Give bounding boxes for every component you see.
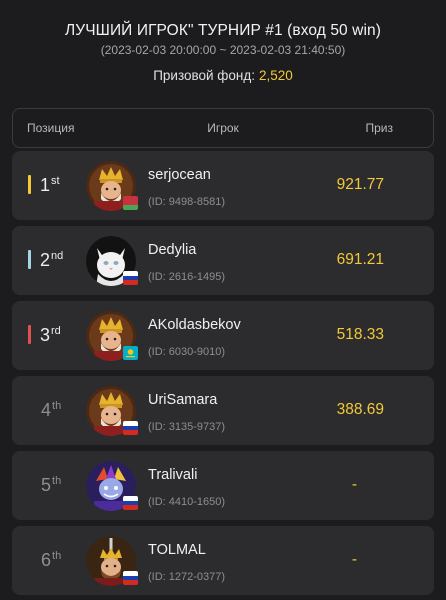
leaderboard-row[interactable]: 1st serjocean (ID: 9498-8581) 921.77 xyxy=(12,151,434,220)
belarus-flag xyxy=(123,196,138,210)
rank-label: 5th xyxy=(41,475,62,495)
player-name[interactable]: serjocean xyxy=(148,167,211,184)
tournament-title: ЛУЧШИЙ ИГРОК" ТУРНИР #1 (вход 50 win) xyxy=(64,22,381,39)
kazakhstan-flag xyxy=(123,346,138,360)
tournament-header: ЛУЧШИЙ ИГРОК" ТУРНИР #1 (вход 50 win) (2… xyxy=(0,0,446,84)
rank-label: 1st xyxy=(40,175,60,195)
player-id: (ID: 9498-8581) xyxy=(148,196,226,208)
player-name[interactable]: UriSamara xyxy=(148,392,217,409)
column-prize: Приз xyxy=(365,121,393,135)
player-name[interactable]: Dedylia xyxy=(148,242,196,259)
prize-pool-value: 2,520 xyxy=(259,68,293,83)
player-id: (ID: 3135-9737) xyxy=(148,421,226,433)
player-name[interactable]: AKoldasbekov xyxy=(148,317,241,334)
russia-flag xyxy=(123,421,138,435)
player-id: (ID: 6030-9010) xyxy=(148,346,226,358)
russia-flag xyxy=(123,271,138,285)
russia-flag xyxy=(123,571,138,585)
player-id: (ID: 1272-0377) xyxy=(148,571,226,583)
rank-label: 4th xyxy=(41,400,62,420)
leaderboard-column-header: Позиция Игрок Приз xyxy=(12,108,434,148)
player-prize: 518.33 xyxy=(336,326,384,343)
leaderboard-row[interactable]: 4th UriSamara (ID: 3135-9737) 388.69 xyxy=(12,376,434,445)
player-prize: 921.77 xyxy=(336,176,384,193)
leaderboard-row[interactable]: 2nd Dedylia (ID: 2616-1495) 691.21 xyxy=(12,226,434,295)
prize-pool-label: Призовой фонд: xyxy=(153,68,256,83)
rank-indicator-gold xyxy=(28,175,31,194)
rank-label: 3rd xyxy=(40,325,61,345)
prize-pool: Призовой фонд: 2,520 xyxy=(0,68,446,84)
player-prize: 691.21 xyxy=(336,251,384,268)
player-id: (ID: 4410-1650) xyxy=(148,496,226,508)
rank-indicator-bronze xyxy=(28,325,31,344)
tournament-dates: (2023-02-03 20:00:00 ~ 2023-02-03 21:40:… xyxy=(100,43,346,57)
russia-flag xyxy=(123,496,138,510)
player-prize: - xyxy=(351,476,357,493)
rank-label: 2nd xyxy=(40,250,64,270)
player-prize: 388.69 xyxy=(336,401,384,418)
leaderboard-row[interactable]: 3rd AKoldasbekov (ID: 6030-9010) 518.33 xyxy=(12,301,434,370)
leaderboard-row[interactable]: 5th Tralivali (ID: 4410-1650) - xyxy=(12,451,434,520)
leaderboard-row[interactable]: 6th TOLMAL (ID: 1272-0377) - xyxy=(12,526,434,595)
player-prize: - xyxy=(351,551,357,568)
player-id: (ID: 2616-1495) xyxy=(148,271,226,283)
rank-indicator-silver xyxy=(28,250,31,269)
rank-label: 6th xyxy=(41,550,62,570)
player-name[interactable]: Tralivali xyxy=(148,467,197,484)
player-name[interactable]: TOLMAL xyxy=(148,542,206,559)
